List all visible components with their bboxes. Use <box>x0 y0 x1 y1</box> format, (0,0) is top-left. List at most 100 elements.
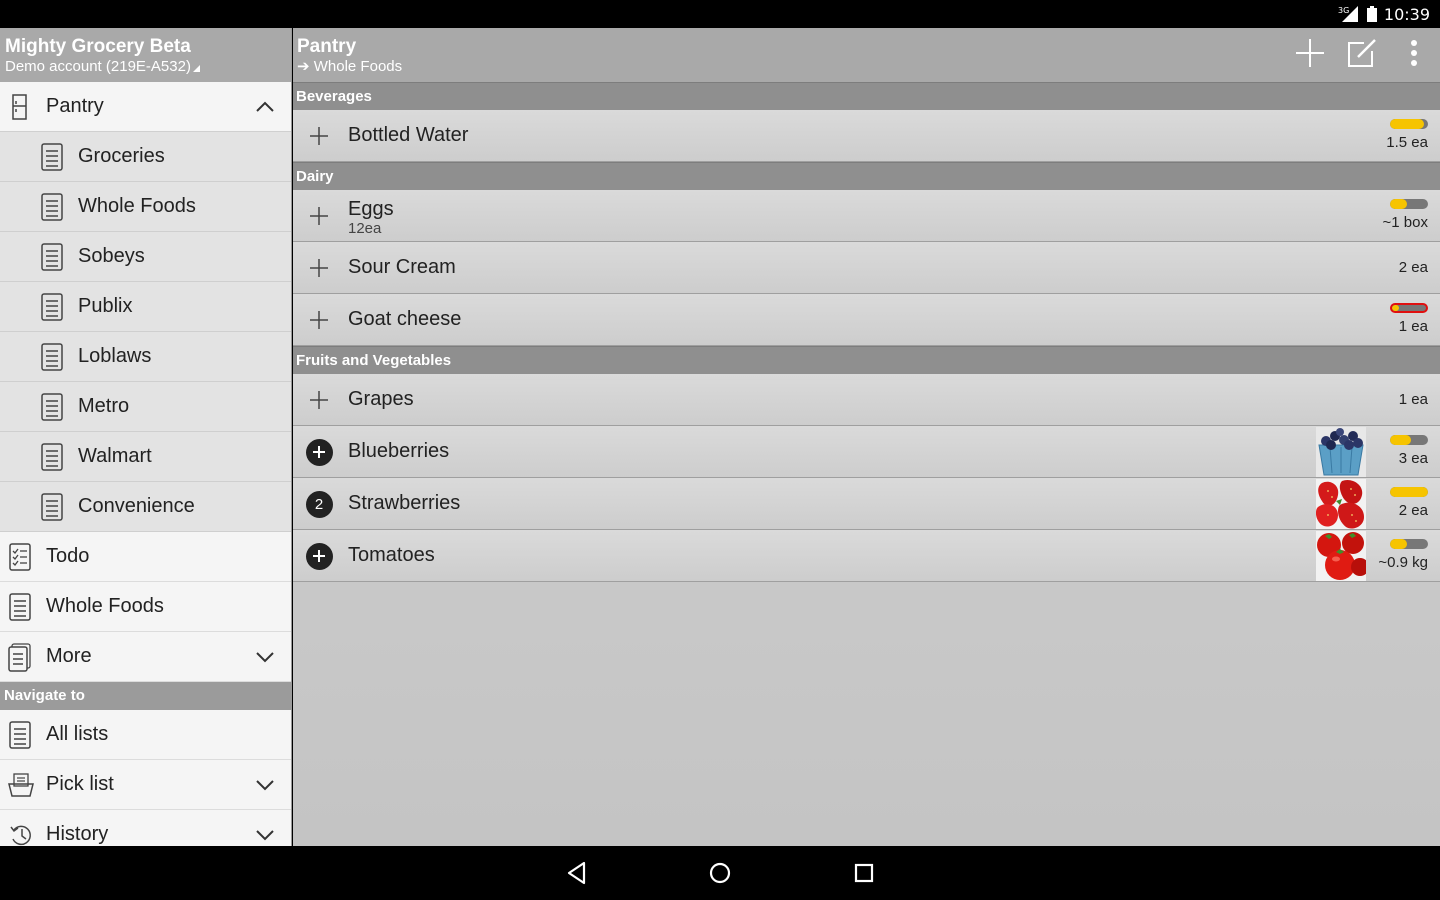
drawer-item-label: Whole Foods <box>78 195 196 217</box>
system-navigation-bar <box>0 846 1440 900</box>
drawer-item-label: Sobeys <box>78 245 145 267</box>
page-subtitle[interactable]: ➔ Whole Foods <box>297 58 1440 76</box>
list-icon <box>40 242 64 272</box>
home-icon[interactable] <box>707 860 733 886</box>
signal-icon: 3G <box>1338 5 1360 23</box>
edit-list-button[interactable] <box>1336 28 1388 82</box>
item-quantity: 1.5 ea <box>1386 134 1428 151</box>
item-row-grapes[interactable]: Grapes 1 ea <box>293 374 1440 426</box>
drawer-item-label: Groceries <box>78 145 165 167</box>
add-to-list-button[interactable] <box>305 386 333 414</box>
drawer-item-all-lists[interactable]: All lists <box>0 710 291 760</box>
drawer-item-label: Todo <box>46 545 90 567</box>
stock-level-bar <box>1390 435 1428 445</box>
item-row-bottled-water[interactable]: Bottled Water 1.5 ea <box>293 110 1440 162</box>
action-bar: Pantry ➔ Whole Foods <box>293 28 1440 82</box>
drawer-item-label: All lists <box>46 723 109 745</box>
add-to-list-button[interactable] <box>305 306 333 334</box>
store-name: Whole Foods <box>313 58 403 75</box>
drawer-item-label: Loblaws <box>78 345 152 367</box>
plus-icon <box>1294 37 1326 74</box>
stock-level-fill <box>1390 487 1428 497</box>
drawer-item-label: Publix <box>78 295 133 317</box>
drawer-item-label: Pantry <box>46 95 104 117</box>
network-type: 3G <box>1338 6 1349 15</box>
store-lists: Groceries Whole Foods Sobeys Publix Lobl… <box>0 132 291 532</box>
plus-icon <box>310 391 328 409</box>
drawer-item-whole-foods-list[interactable]: Whole Foods <box>0 582 291 632</box>
drawer-item-sobeys[interactable]: Sobeys <box>0 232 291 282</box>
item-row-eggs[interactable]: Eggs 12ea ~1 box <box>293 190 1440 242</box>
chevron-down-icon[interactable] <box>255 825 275 845</box>
drawer-item-label: Pick list <box>46 773 114 795</box>
section-header-fruits-vegetables: Fruits and Vegetables <box>293 346 1440 374</box>
recents-icon[interactable] <box>851 860 877 886</box>
item-photo-blueberries[interactable] <box>1316 427 1366 477</box>
item-row-sour-cream[interactable]: Sour Cream 2 ea <box>293 242 1440 294</box>
drawer-item-groceries[interactable]: Groceries <box>0 132 291 182</box>
chevron-up-icon[interactable] <box>255 97 275 117</box>
section-header-beverages: Beverages <box>293 82 1440 110</box>
pantry-icon <box>8 92 32 122</box>
add-to-list-button[interactable] <box>305 202 333 230</box>
stock-level-bar <box>1390 199 1428 209</box>
battery-icon <box>1366 5 1378 23</box>
history-icon <box>8 820 32 847</box>
item-quantity: 2 ea <box>1398 259 1428 276</box>
item-name: Sour Cream <box>348 256 456 278</box>
navigation-drawer: Mighty Grocery Beta Demo account (219E-A… <box>0 28 292 846</box>
drawer-item-pick-list[interactable]: Pick list <box>0 760 291 810</box>
list-count-button[interactable]: 2 <box>305 490 333 518</box>
plus-icon <box>310 259 328 277</box>
navigate-to-header: Navigate to <box>0 682 291 710</box>
stock-level-bar <box>1390 119 1428 129</box>
stock-level-fill <box>1390 539 1408 549</box>
chevron-down-icon[interactable] <box>255 647 275 667</box>
overflow-menu-button[interactable] <box>1388 28 1440 82</box>
item-row-blueberries[interactable]: Blueberries 3 ea <box>293 426 1440 478</box>
add-to-list-button[interactable] <box>305 542 333 570</box>
plus-circle-icon <box>305 542 333 570</box>
drawer-item-convenience[interactable]: Convenience <box>0 482 291 532</box>
drawer-item-metro[interactable]: Metro <box>0 382 291 432</box>
drawer-item-pantry[interactable]: Pantry <box>0 82 291 132</box>
drawer-item-label: Metro <box>78 395 130 417</box>
item-row-tomatoes[interactable]: Tomatoes ~0.9 kg <box>293 530 1440 582</box>
item-row-strawberries[interactable]: 2 Strawberries 2 ea <box>293 478 1440 530</box>
plus-circle-icon <box>305 438 333 466</box>
list-icon <box>40 392 64 422</box>
item-name: Grapes <box>348 388 414 410</box>
item-photo-tomatoes[interactable] <box>1316 531 1366 581</box>
item-quantity: 1 ea <box>1398 391 1428 408</box>
list-icon <box>8 720 32 750</box>
drawer-item-label: More <box>46 645 92 667</box>
item-quantity: 2 ea <box>1398 502 1428 519</box>
item-name: Tomatoes <box>348 544 435 566</box>
add-to-list-button[interactable] <box>305 254 333 282</box>
arrow-right-icon: ➔ <box>297 58 310 75</box>
page-title: Pantry <box>297 36 357 57</box>
back-icon[interactable] <box>564 860 590 886</box>
add-to-list-button[interactable] <box>305 438 333 466</box>
list-stack-icon <box>8 642 32 672</box>
add-item-button[interactable] <box>1284 28 1336 82</box>
drawer-item-loblaws[interactable]: Loblaws <box>0 332 291 382</box>
drawer-item-history[interactable]: History <box>0 810 291 846</box>
drawer-item-label: Walmart <box>78 445 152 467</box>
drawer-item-label: History <box>46 823 109 845</box>
add-to-list-button[interactable] <box>305 122 333 150</box>
account-name: Demo account (219E-A532) <box>5 58 191 75</box>
chevron-down-icon[interactable] <box>255 775 275 795</box>
item-photo-strawberries[interactable] <box>1316 479 1366 529</box>
account-selector[interactable]: Demo account (219E-A532) <box>5 58 286 76</box>
drawer-item-publix[interactable]: Publix <box>0 282 291 332</box>
drawer-item-whole-foods[interactable]: Whole Foods <box>0 182 291 232</box>
item-row-goat-cheese[interactable]: Goat cheese 1 ea <box>293 294 1440 346</box>
plus-icon <box>310 127 328 145</box>
stock-level-fill <box>1390 199 1408 209</box>
list-icon <box>40 342 64 372</box>
drawer-item-todo[interactable]: Todo <box>0 532 291 582</box>
drawer-header[interactable]: Mighty Grocery Beta Demo account (219E-A… <box>0 28 291 82</box>
drawer-item-walmart[interactable]: Walmart <box>0 432 291 482</box>
drawer-item-more[interactable]: More <box>0 632 291 682</box>
